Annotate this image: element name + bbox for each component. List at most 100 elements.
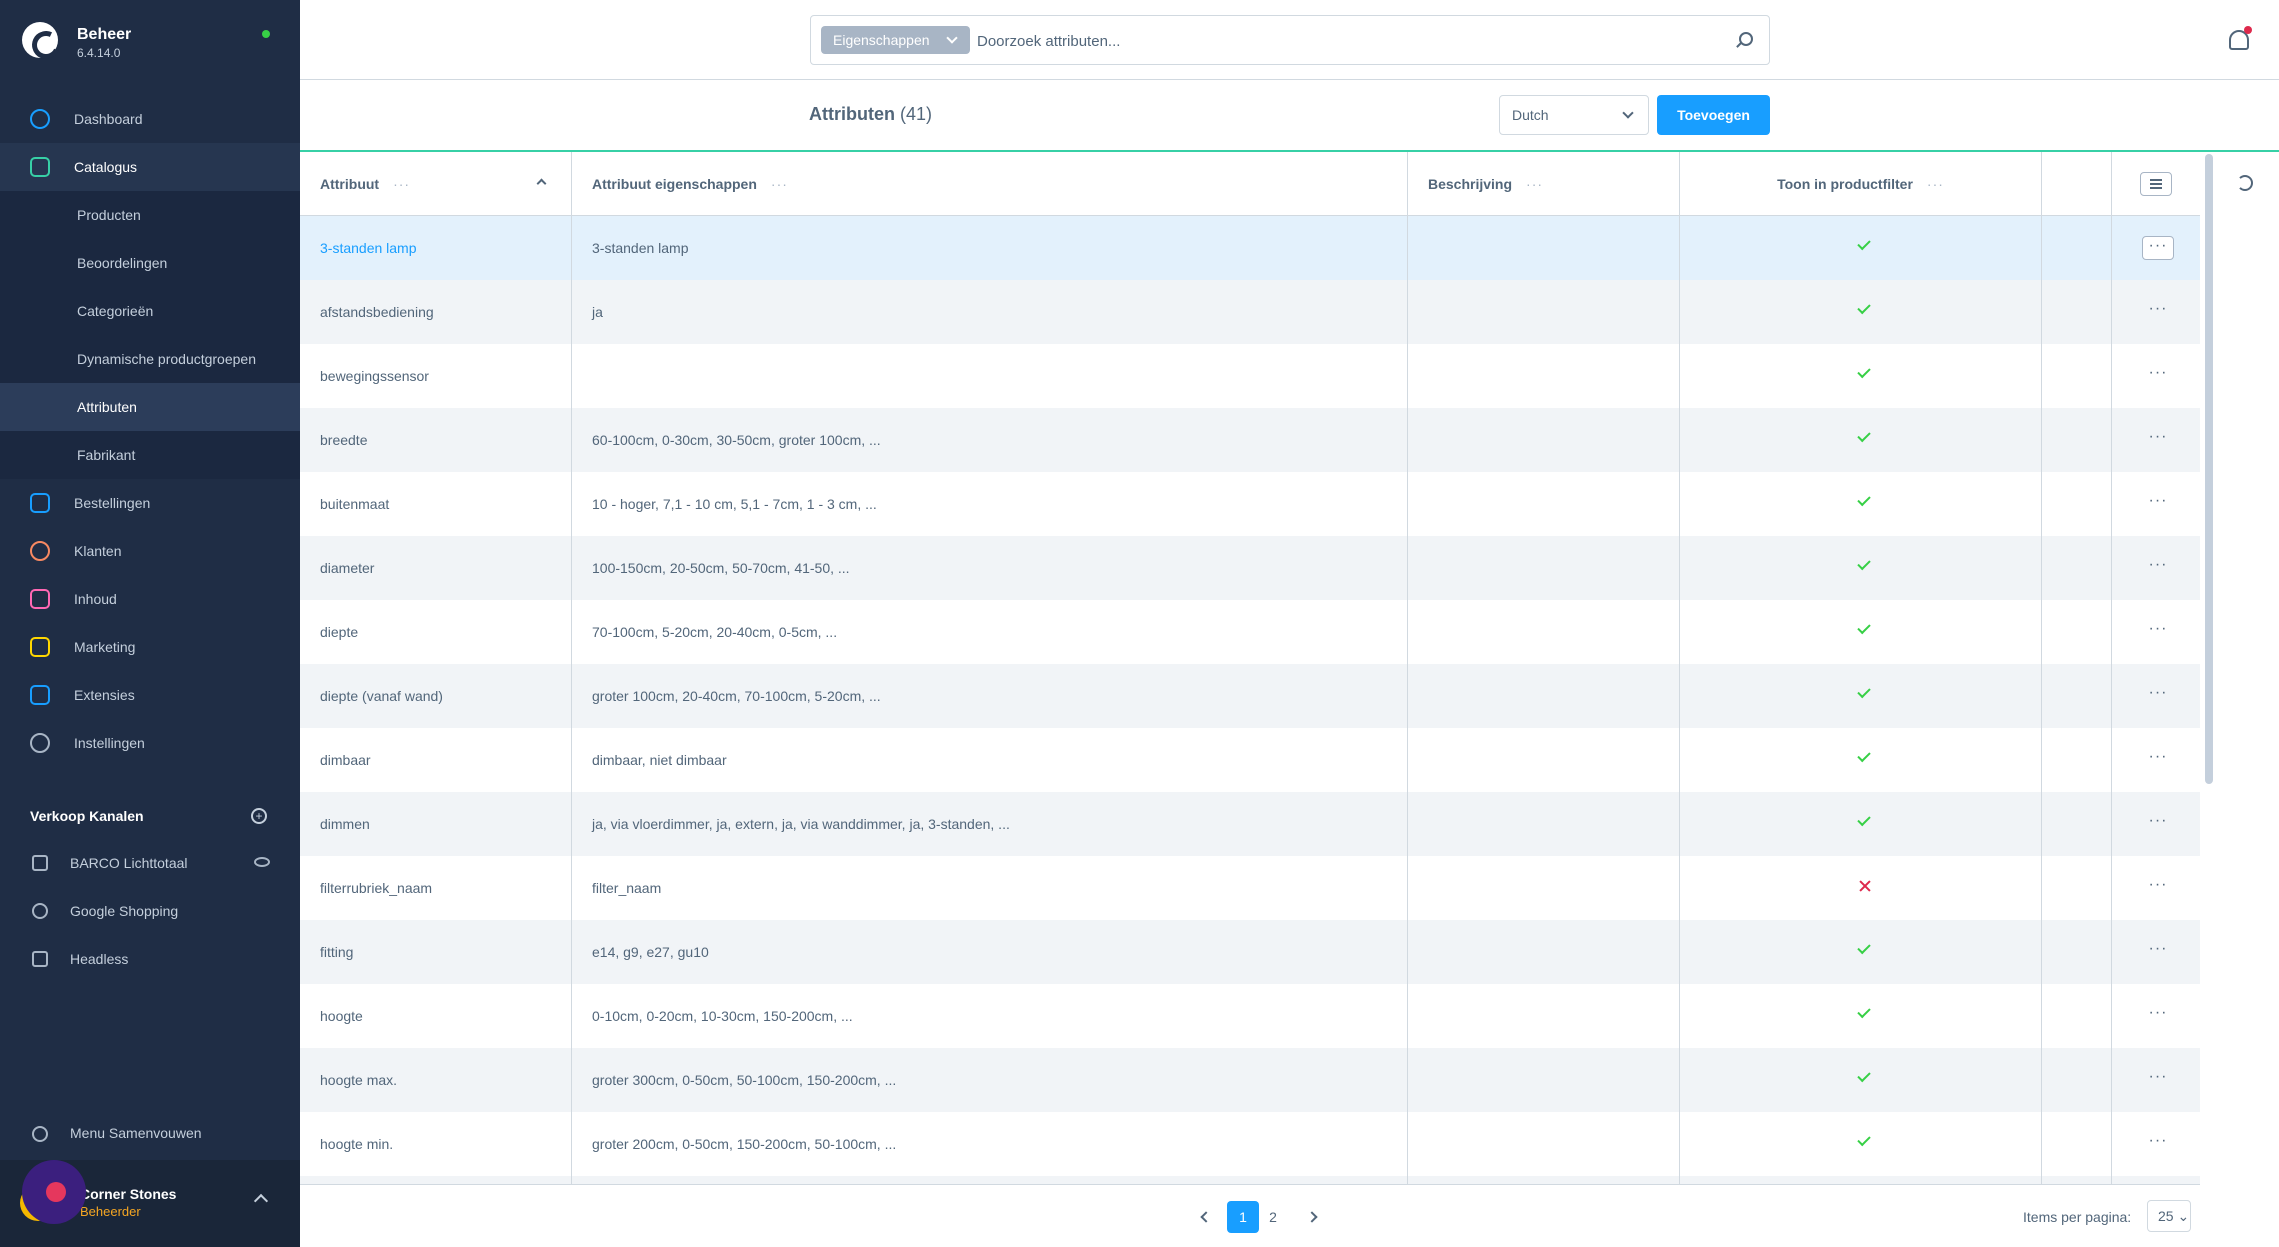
menu-collapse[interactable]: Menu Samenvouwen [0, 1110, 300, 1156]
attribute-name-cell[interactable]: hoogte max. [300, 1048, 572, 1112]
column-menu-icon[interactable]: ··· [771, 176, 788, 192]
table-row[interactable]: hoogte min. groter 200cm, 0-50cm, 150-200… [300, 1112, 2200, 1176]
channel-headless[interactable]: Headless [0, 935, 300, 983]
column-menu-icon[interactable]: ··· [393, 176, 410, 192]
more-actions-icon[interactable]: ··· [2142, 556, 2174, 580]
table-row[interactable]: 3-standen lamp 3-standen lamp ··· [300, 216, 2200, 280]
table-row[interactable]: fitting e14, g9, e27, gu10 ··· [300, 920, 2200, 984]
more-actions-icon[interactable]: ··· [2142, 876, 2174, 900]
language-select[interactable]: Dutch [1499, 95, 1649, 135]
chevron-right-icon[interactable] [1306, 1211, 1318, 1223]
eye-icon[interactable] [254, 857, 270, 867]
attribute-name-cell[interactable]: hoogte min. [300, 1112, 572, 1176]
refresh-icon[interactable] [2237, 175, 2253, 191]
nav-instellingen[interactable]: Instellingen [0, 719, 300, 767]
subnav-dynamische-productgroepen[interactable]: Dynamische productgroepen [0, 335, 300, 383]
channel-google-shopping[interactable]: Google Shopping [0, 887, 300, 935]
attribute-name-cell[interactable]: diepte [300, 600, 572, 664]
nav-extensies[interactable]: Extensies [0, 671, 300, 719]
more-actions-icon[interactable]: ··· [2142, 620, 2174, 644]
table-row[interactable]: filterrubriek_naam filter_naam ··· [300, 856, 2200, 920]
nav-marketing[interactable]: Marketing [0, 623, 300, 671]
attribute-name-cell[interactable]: diepte (vanaf wand) [300, 664, 572, 728]
record-bubble-icon[interactable] [22, 1160, 86, 1224]
nav-dashboard[interactable]: Dashboard [0, 95, 300, 143]
subnav-producten[interactable]: Producten [0, 191, 300, 239]
table-row[interactable]: bewegingssensor ··· [300, 344, 2200, 408]
column-header-options[interactable]: Attribuut eigenschappen ··· [572, 152, 1408, 216]
nav-inhoud[interactable]: Inhoud [0, 575, 300, 623]
table-row[interactable]: breedte 60-100cm, 0-30cm, 30-50cm, groter… [300, 408, 2200, 472]
spacer-cell [2042, 1176, 2112, 1184]
nav-klanten[interactable]: Klanten [0, 527, 300, 575]
spacer-cell [2042, 536, 2112, 600]
table-row[interactable]: hoogte max. groter 300cm, 0-50cm, 50-100c… [300, 1048, 2200, 1112]
items-per-page-select[interactable]: 25 ⌄ [2147, 1200, 2191, 1232]
search-icon[interactable] [1739, 32, 1753, 46]
search-type-select[interactable]: Eigenschappen [821, 26, 970, 54]
attribute-name-cell[interactable]: diameter [300, 536, 572, 600]
attribute-name-cell[interactable]: fitting [300, 920, 572, 984]
table-row[interactable]: hoogte 0-10cm, 0-20cm, 10-30cm, 150-200cm… [300, 984, 2200, 1048]
nav-bestellingen[interactable]: Bestellingen [0, 479, 300, 527]
user-role: Beheerder [80, 1204, 141, 1219]
table-row[interactable]: diepte (vanaf wand) groter 100cm, 20-40cm… [300, 664, 2200, 728]
attribute-name-cell[interactable] [300, 1176, 572, 1184]
column-menu-icon[interactable]: ··· [1927, 176, 1944, 192]
chevron-left-icon[interactable] [1200, 1211, 1212, 1223]
subnav-fabrikant[interactable]: Fabrikant [0, 431, 300, 479]
add-button[interactable]: Toevoegen [1657, 95, 1770, 135]
more-actions-icon[interactable]: ··· [2142, 1004, 2174, 1028]
attribute-name-cell[interactable]: bewegingssensor [300, 344, 572, 408]
table-row[interactable]: dimbaar dimbaar, niet dimbaar ··· [300, 728, 2200, 792]
page-button[interactable]: 1 [1227, 1201, 1259, 1233]
page-button[interactable]: 2 [1257, 1201, 1289, 1233]
channel-barco-lichttotaal[interactable]: BARCO Lichttotaal [0, 839, 300, 887]
column-menu-icon[interactable]: ··· [1526, 176, 1543, 192]
more-actions-icon[interactable]: ··· [2142, 428, 2174, 452]
chevron-up-icon[interactable] [253, 1193, 269, 1209]
spacer-cell [2042, 408, 2112, 472]
more-actions-icon[interactable]: ··· [2142, 684, 2174, 708]
column-header-attribute[interactable]: Attribuut ··· [300, 152, 572, 216]
subnav-beoordelingen[interactable]: Beoordelingen [0, 239, 300, 287]
add-sales-channel-icon[interactable]: + [251, 808, 267, 824]
more-actions-icon[interactable]: ··· [2142, 940, 2174, 964]
more-actions-icon[interactable]: ··· [2142, 364, 2174, 388]
attribute-name-cell[interactable]: filterrubriek_naam [300, 856, 572, 920]
more-actions-icon[interactable]: ··· [2142, 300, 2174, 324]
table-row[interactable]: dimmen ja, via vloerdimmer, ja, extern, j… [300, 792, 2200, 856]
sort-asc-icon[interactable] [536, 178, 547, 189]
attribute-name-cell[interactable]: buitenmaat [300, 472, 572, 536]
more-actions-icon[interactable]: ··· [2142, 492, 2174, 516]
more-actions-icon[interactable]: ··· [2142, 812, 2174, 836]
more-actions-icon[interactable]: ··· [2142, 1132, 2174, 1156]
actions-cell: ··· [2112, 856, 2200, 920]
attribute-name-cell[interactable]: dimbaar [300, 728, 572, 792]
filterable-cell [1680, 472, 2042, 536]
table-row[interactable]: diepte 70-100cm, 5-20cm, 20-40cm, 0-5cm, … [300, 600, 2200, 664]
grid-settings-icon[interactable] [2140, 172, 2172, 196]
column-label: Attribuut eigenschappen [592, 176, 757, 192]
subnav-attributen[interactable]: Attributen [0, 383, 300, 431]
shopware-logo-icon[interactable] [22, 22, 58, 58]
subnav-categorieen[interactable]: Categorieën [0, 287, 300, 335]
attribute-name-cell[interactable]: hoogte [300, 984, 572, 1048]
checkmark-icon [1857, 236, 1871, 251]
column-header-filterable[interactable]: Toon in productfilter ··· [1680, 152, 2042, 216]
more-actions-icon[interactable]: ··· [2142, 748, 2174, 772]
attribute-name-cell[interactable]: breedte [300, 408, 572, 472]
scrollbar[interactable] [2205, 154, 2213, 784]
more-actions-icon[interactable]: ··· [2142, 236, 2174, 260]
nav-catalogus[interactable]: Catalogus [0, 143, 300, 191]
table-row[interactable]: buitenmaat 10 - hoger, 7,1 - 10 cm, 5,1 -… [300, 472, 2200, 536]
attribute-name-cell[interactable]: dimmen [300, 792, 572, 856]
more-actions-icon[interactable]: ··· [2142, 1068, 2174, 1092]
table-row[interactable]: diameter 100-150cm, 20-50cm, 50-70cm, 41-… [300, 536, 2200, 600]
column-header-description[interactable]: Beschrijving ··· [1408, 152, 1680, 216]
table-row[interactable] [300, 1176, 2200, 1184]
search-input[interactable] [977, 28, 1677, 54]
attribute-name-cell[interactable]: 3-standen lamp [300, 216, 572, 280]
table-row[interactable]: afstandsbediening ja ··· [300, 280, 2200, 344]
attribute-name-cell[interactable]: afstandsbediening [300, 280, 572, 344]
